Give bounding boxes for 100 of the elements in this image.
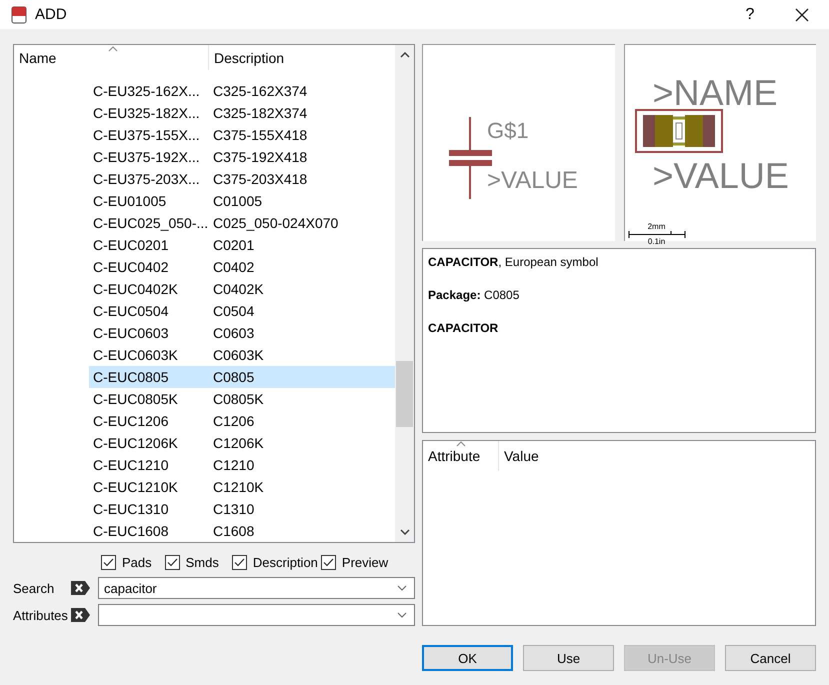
checkbox[interactable]: [320, 554, 336, 570]
option-checkbox[interactable]: Preview: [320, 554, 388, 570]
part-description: C1206: [213, 413, 254, 429]
option-checkbox[interactable]: Pads: [101, 554, 152, 570]
list-row[interactable]: C-EUC1210K C1210K: [89, 476, 395, 498]
description-text: CAPACITOR, European symbol: [428, 255, 600, 269]
list-row[interactable]: C-EUC0201 C0201: [89, 234, 395, 256]
part-name: C-EUC0805K: [92, 391, 179, 407]
description-text: CAPACITOR: [428, 321, 500, 335]
clear-icon[interactable]: [71, 607, 91, 623]
part-description: C375-203X418: [213, 171, 308, 187]
dialog-button[interactable]: Use: [523, 645, 614, 671]
list-row[interactable]: C-EUC1206 C1206: [89, 410, 395, 432]
option-checkbox[interactable]: Smds: [164, 554, 219, 570]
attributes-label: Attributes: [13, 608, 69, 622]
part-name: C-EUC1210: [92, 457, 170, 473]
part-description: C0805K: [213, 391, 264, 407]
list-row[interactable]: C-EUC1206K C1206K: [89, 432, 395, 454]
part-name: C-EUC1310: [92, 501, 170, 517]
part-description: C1210: [213, 457, 254, 473]
column-header[interactable]: Attribute: [423, 441, 499, 471]
list-row[interactable]: C-EU325-162X... C325-162X374: [89, 80, 395, 102]
close-icon: [795, 8, 809, 22]
list-row[interactable]: C-EU375-203X... C375-203X418: [89, 168, 395, 190]
part-name: C-EUC0603K: [92, 347, 179, 363]
part-name: C-EU375-203X...: [92, 171, 201, 187]
dialog-button[interactable]: Cancel: [725, 645, 816, 671]
part-description: C325-182X374: [213, 105, 308, 121]
part-name: C-EUC025_050-...: [92, 215, 210, 231]
list-row[interactable]: C-EUC0603 C0603: [89, 322, 395, 344]
list-row[interactable]: C-EUC0603K C0603K: [89, 344, 395, 366]
part-description: C325-162X374: [213, 83, 308, 99]
package-name: >NAME: [652, 72, 778, 114]
part-description: C0201: [213, 237, 254, 253]
part-name: C-EUC0201: [92, 237, 170, 253]
search-field[interactable]: capacitor: [98, 577, 415, 599]
app-icon: [11, 6, 27, 24]
list-row[interactable]: C-EUC0402 C0402: [89, 256, 395, 278]
column-header[interactable]: Description: [209, 45, 395, 70]
list-row[interactable]: C-EUC025_050-... C025_050-024X070: [89, 212, 395, 234]
scale-bar-icon: [628, 231, 686, 238]
part-name: C-EUC0603: [92, 325, 170, 341]
list-row[interactable]: C-EU375-192X... C375-192X418: [89, 146, 395, 168]
part-description: C375-155X418: [213, 127, 308, 143]
list-row[interactable]: C-EUC0402K C0402K: [89, 278, 395, 300]
part-name: C-EU375-155X...: [92, 127, 201, 143]
column-header[interactable]: Value: [499, 441, 539, 471]
part-name: C-EU375-192X...: [92, 149, 201, 165]
list-row[interactable]: C-EUC0504 C0504: [89, 300, 395, 322]
description-text: Package: C0805: [428, 288, 520, 302]
part-name: C-EUC0402: [92, 259, 170, 275]
checkbox[interactable]: [101, 554, 116, 570]
list-row[interactable]: C-EUC1210 C1210: [89, 454, 395, 476]
part-name: C-EUC1206: [92, 413, 170, 429]
scroll-up-icon[interactable]: [400, 52, 410, 58]
clear-icon[interactable]: [71, 580, 91, 596]
part-description: C1608: [213, 523, 254, 539]
list-row[interactable]: C-EU375-155X... C375-155X418: [89, 124, 395, 146]
part-description: C1210K: [213, 479, 264, 495]
column-header[interactable]: Name: [14, 45, 209, 70]
part-description: C1206K: [213, 435, 264, 451]
part-name: C-EUC1608: [92, 523, 170, 539]
checkbox[interactable]: [232, 554, 247, 570]
scale-label: 2mm: [648, 223, 666, 231]
package-value: >VALUE: [652, 155, 789, 197]
part-name: C-EUC1210K: [92, 479, 179, 495]
scrollbar[interactable]: [395, 45, 414, 542]
part-description: C025_050-024X070: [213, 215, 338, 231]
part-name: C-EU325-162X...: [92, 83, 201, 99]
list-row[interactable]: C-EU325-182X... C325-182X374: [89, 102, 395, 124]
part-description: C0402: [213, 259, 254, 275]
scale-label: 0.1in: [648, 238, 666, 246]
part-name: C-EU01005: [92, 193, 168, 209]
part-name: C-EUC0805: [92, 369, 170, 385]
option-checkbox[interactable]: Description: [232, 554, 318, 570]
search-label: Search: [13, 580, 56, 596]
part-description: C0402K: [213, 281, 264, 297]
list-row[interactable]: C-EUC1310 C1310: [89, 498, 395, 520]
part-description: C0603K: [213, 347, 264, 363]
part-name: C-EUC0402K: [92, 281, 179, 297]
list-row[interactable]: C-EU01005 C01005: [89, 190, 395, 212]
scroll-down-icon[interactable]: [400, 529, 410, 535]
list-row[interactable]: C-EUC0805K C0805K: [89, 388, 395, 410]
part-name: C-EUC0504: [92, 303, 170, 319]
window-title: ADD: [35, 6, 67, 23]
attributes-field[interactable]: [98, 604, 415, 626]
dropdown-icon[interactable]: [397, 585, 407, 591]
part-description: C0504: [213, 303, 254, 319]
part-description: C1310: [213, 501, 254, 517]
checkbox[interactable]: [164, 554, 180, 570]
list-row[interactable]: C-EUC1608 C1608: [89, 520, 395, 542]
part-description: C0603: [213, 325, 254, 341]
help-button[interactable]: ?: [725, 0, 775, 29]
dropdown-icon[interactable]: [397, 612, 407, 618]
scroll-thumb[interactable]: [396, 361, 413, 427]
list-row[interactable]: C-EUC0805 C0805: [89, 366, 395, 388]
part-name: C-EU325-182X...: [92, 105, 201, 121]
dialog-button[interactable]: OK: [422, 645, 513, 671]
part-name: C-EUC1206K: [92, 435, 179, 451]
part-description: C01005: [213, 193, 262, 209]
